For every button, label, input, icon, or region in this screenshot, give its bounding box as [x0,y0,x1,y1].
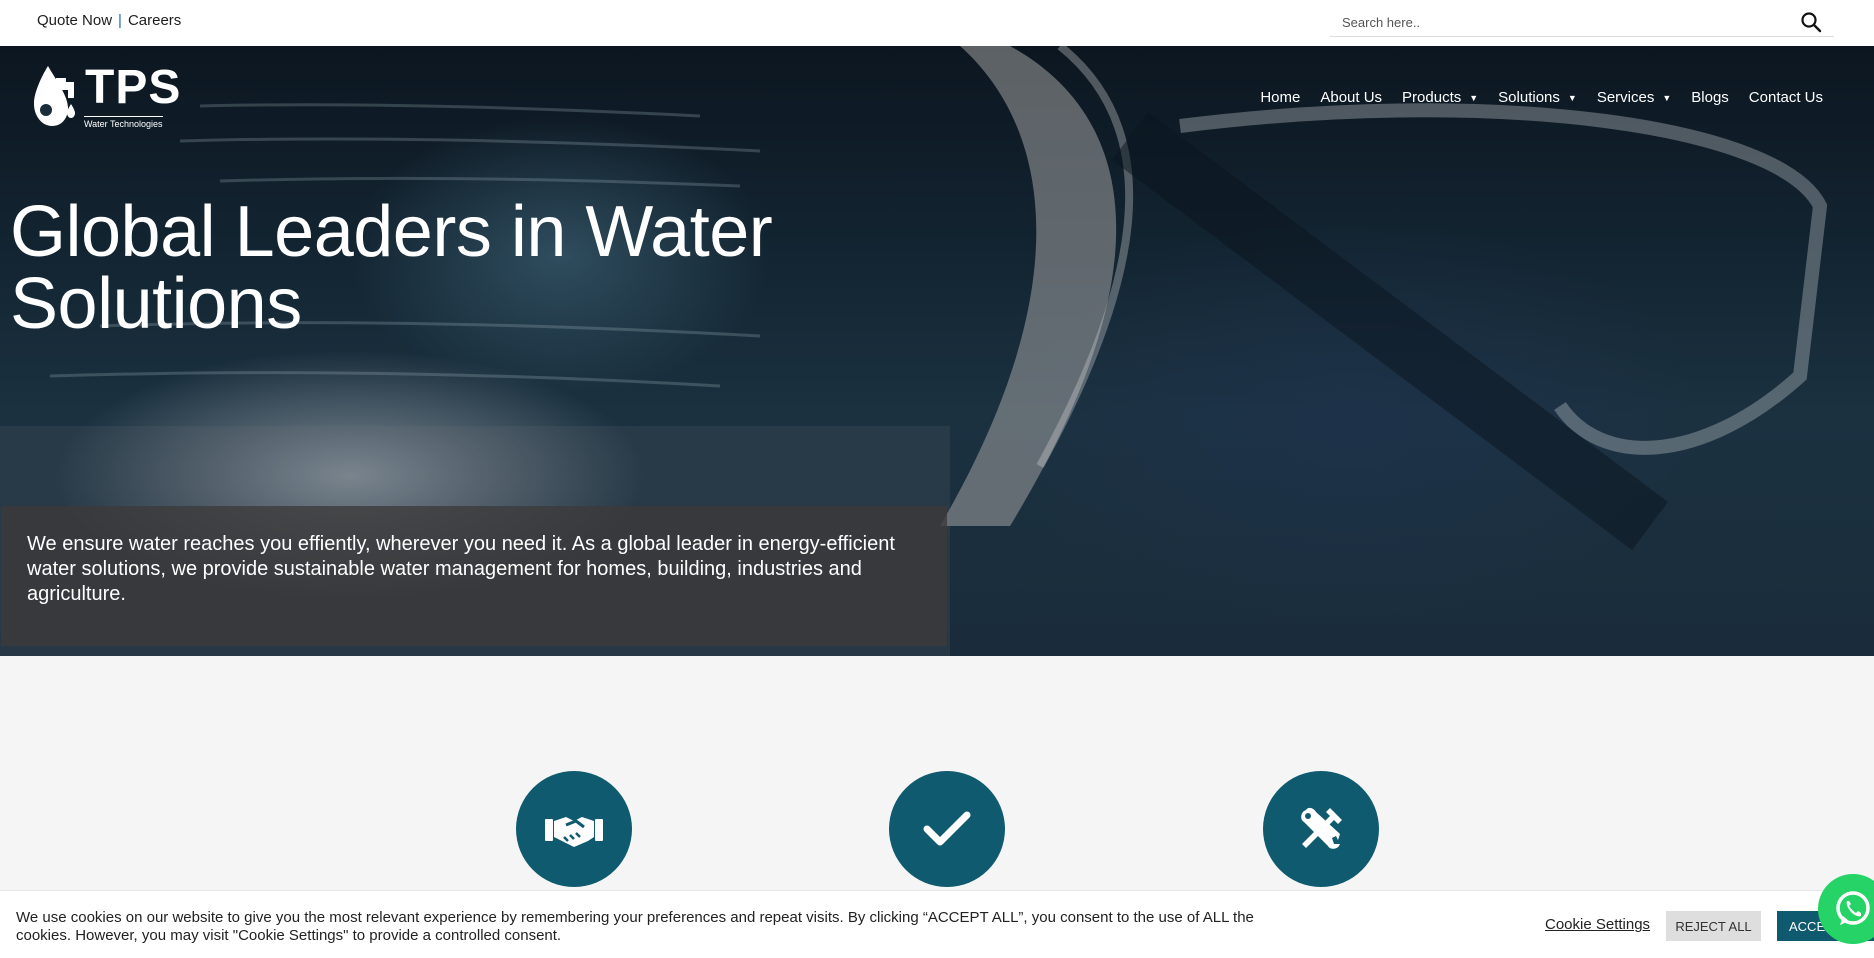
tools-icon [1301,807,1342,849]
nav-item-label: Products [1402,89,1462,106]
main-nav: Home About Us Products ▼ Solutions ▼ Servi… [1250,89,1833,106]
top-links-separator: | [118,12,122,29]
whatsapp-icon [1836,891,1870,925]
nav-item-label: Solutions [1498,89,1560,106]
hero-description-box: We ensure water reaches you effiently, w… [1,506,947,646]
reject-all-button[interactable]: REJECT ALL [1666,911,1761,941]
cookie-settings-link[interactable]: Cookie Settings [1545,916,1650,933]
logo-title: TPS [85,61,182,114]
hero-section: TPS Water Technologies Home About Us Pro… [0,46,1874,656]
nav-item-about-us[interactable]: About Us [1310,89,1392,106]
nav-item-label: About Us [1320,89,1383,106]
hero-title-line2: Solutions [10,264,302,344]
careers-link[interactable]: Careers [128,12,181,29]
feature-handshake[interactable] [516,771,632,887]
nav-item-label: Home [1260,89,1301,106]
top-links: Quote Now | Careers [37,12,181,29]
nav-item-products[interactable]: Products ▼ [1392,89,1488,106]
nav-item-label: Blogs [1691,89,1729,106]
cookie-banner: We use cookies on our website to give yo… [0,890,1874,958]
cookie-message: We use cookies on our website to give yo… [16,909,1254,944]
logo-subtitle: Water Technologies [84,116,163,129]
logo[interactable]: TPS Water Technologies [34,61,180,132]
caret-down-icon: ▼ [1662,92,1672,103]
feature-tools[interactable] [1263,771,1379,887]
search-box [1330,8,1834,37]
handshake-icon [545,817,603,847]
checkmark-icon [923,811,971,846]
hero-title: Global Leaders in Water Solutions [10,196,773,340]
feature-checkmark[interactable] [889,771,1005,887]
caret-down-icon: ▼ [1567,92,1577,103]
search-icon[interactable] [1800,11,1822,33]
nav-item-solutions[interactable]: Solutions ▼ [1488,89,1587,106]
hero-title-line1: Global Leaders in Water [10,192,773,272]
caret-down-icon: ▼ [1469,92,1479,103]
water-drop-logo-icon [34,66,75,126]
nav-item-home[interactable]: Home [1250,89,1310,106]
nav-item-blogs[interactable]: Blogs [1681,89,1739,106]
nav-item-label: Contact Us [1748,89,1823,106]
quote-now-link[interactable]: Quote Now [37,12,112,29]
top-bar: Quote Now | Careers [0,0,1874,46]
nav-item-label: Services [1596,89,1655,106]
nav-item-contact-us[interactable]: Contact Us [1739,89,1833,106]
hero-description: We ensure water reaches you effiently, w… [27,533,895,605]
search-input[interactable] [1342,12,1782,32]
nav-item-services[interactable]: Services ▼ [1587,89,1681,106]
